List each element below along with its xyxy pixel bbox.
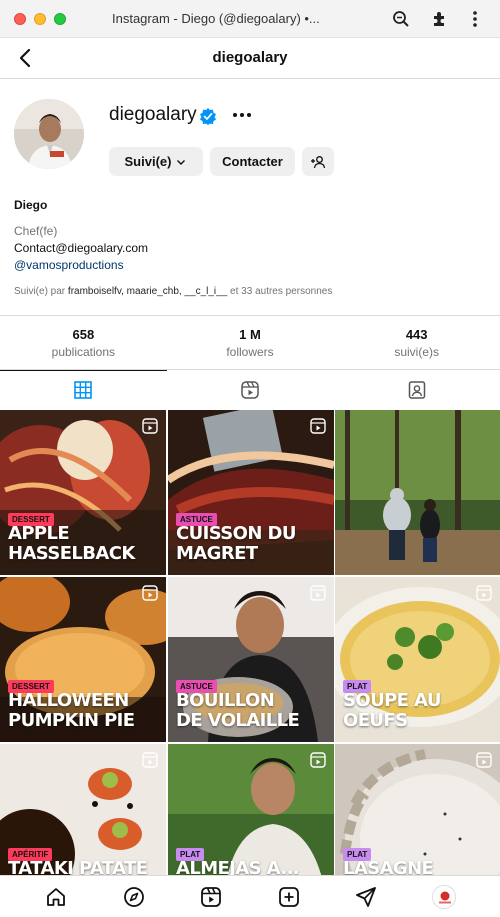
post-tile[interactable]: APÉRITIF TATAKI PATATE xyxy=(0,744,166,875)
post-title-line: PUMPKIN PIE xyxy=(8,710,135,731)
profile-category: Chef(fe) xyxy=(14,224,58,238)
post-title-line: ALMEJAS A... xyxy=(176,858,300,876)
bottom-navigation xyxy=(0,875,500,917)
reel-indicator-icon xyxy=(142,752,158,768)
profile-avatar[interactable] xyxy=(14,99,84,169)
post-tile[interactable]: PLAT ALMEJAS A... xyxy=(168,744,334,875)
profile-nav-logo xyxy=(433,886,455,908)
tab-reels[interactable] xyxy=(167,370,334,410)
post-tile[interactable]: DESSERT HALLOWEEN PUMPKIN PIE xyxy=(0,577,166,742)
post-title-line: HASSELBACK xyxy=(8,543,135,564)
post-title: APPLE HASSELBACK xyxy=(8,524,160,564)
post-title: ALMEJAS A... xyxy=(176,858,328,876)
extensions-icon[interactable] xyxy=(430,9,450,29)
more-options-icon[interactable] xyxy=(231,105,253,125)
reel-indicator-icon xyxy=(142,418,158,434)
stat-following[interactable]: 443 suivi(e)s xyxy=(333,316,500,369)
post-title-line: LASAGNE xyxy=(343,858,434,876)
post-title: HALLOWEEN PUMPKIN PIE xyxy=(8,691,160,731)
post-tile[interactable] xyxy=(335,410,500,575)
stat-label: publications xyxy=(51,345,116,359)
stat-value: 658 xyxy=(72,327,95,342)
close-window-button[interactable] xyxy=(14,13,26,25)
post-title-line: SOUPE AU xyxy=(343,690,441,711)
stat-label: suivi(e)s xyxy=(394,345,440,359)
profile-avatar-nav[interactable] xyxy=(432,885,456,909)
create-icon[interactable] xyxy=(278,886,300,908)
reel-indicator-icon xyxy=(476,585,492,601)
followed-by-suffix: et 33 autres personnes xyxy=(230,286,333,297)
reels-icon[interactable] xyxy=(200,886,222,908)
profile-mention-link[interactable]: @vamosproductions xyxy=(14,258,124,272)
avatar-photo xyxy=(14,99,84,169)
post-title-line: MAGRET xyxy=(176,543,258,564)
window-title: Instagram - Diego (@diegoalary) •... xyxy=(112,11,320,26)
minimize-window-button[interactable] xyxy=(34,13,46,25)
zoom-window-button[interactable] xyxy=(54,13,66,25)
chevron-down-icon xyxy=(177,159,186,165)
verified-badge-icon xyxy=(200,108,216,125)
reel-indicator-icon xyxy=(310,752,326,768)
followed-by-names[interactable]: framboiselfv, maarie_chb, __c_l_i__ xyxy=(68,286,227,297)
post-title-line: APPLE xyxy=(8,523,70,544)
post-title-line: TATAKI PATATE xyxy=(8,858,148,876)
following-button[interactable]: Suivi(e) xyxy=(109,147,203,176)
post-tile[interactable]: DESSERT APPLE HASSELBACK xyxy=(0,410,166,575)
zoom-icon[interactable] xyxy=(391,9,411,29)
reel-indicator-icon xyxy=(476,752,492,768)
posts-grid-icon xyxy=(74,381,93,399)
stat-value: 443 xyxy=(405,327,428,342)
header-title: diegoalary xyxy=(212,49,288,66)
post-tile[interactable]: ASTUCE BOUILLON DE VOLAILLE xyxy=(168,577,334,742)
posts-grid: DESSERT APPLE HASSELBACK ASTUCE CUISSON … xyxy=(0,410,500,875)
post-title: SOUPE AU OEUFS xyxy=(343,691,494,731)
window-controls xyxy=(14,13,66,25)
post-title: LASAGNE xyxy=(343,858,494,876)
suggested-users-button[interactable] xyxy=(302,147,334,176)
post-thumbnail xyxy=(335,410,500,575)
reel-indicator-icon xyxy=(310,418,326,434)
window-titlebar: Instagram - Diego (@diegoalary) •... xyxy=(0,0,500,38)
profile-name: Diego xyxy=(14,198,48,212)
stat-label: followers xyxy=(226,345,274,359)
home-icon[interactable] xyxy=(45,886,67,908)
post-title-line: OEUFS xyxy=(343,710,408,731)
profile-header: diegoalary xyxy=(0,38,500,79)
messages-icon[interactable] xyxy=(355,886,377,908)
followed-by-text[interactable]: Suivi(e) par framboiselfv, maarie_chb, _… xyxy=(14,286,332,297)
profile-contact-email[interactable]: Contact@diegoalary.com xyxy=(14,241,148,255)
tagged-icon xyxy=(408,381,425,399)
profile-tabs xyxy=(0,370,500,410)
reels-icon xyxy=(241,381,259,399)
profile-username: diegoalary xyxy=(109,104,197,125)
explore-icon[interactable] xyxy=(123,886,145,908)
stat-value: 1 M xyxy=(239,327,261,342)
add-user-icon xyxy=(311,155,326,168)
followed-by-prefix: Suivi(e) par xyxy=(14,286,66,297)
stat-publications[interactable]: 658 publications xyxy=(0,316,167,369)
stat-followers[interactable]: 1 M followers xyxy=(167,316,334,369)
post-tile[interactable]: PLAT LASAGNE xyxy=(335,744,500,875)
post-title-line: BOUILLON xyxy=(176,690,275,711)
tab-tagged[interactable] xyxy=(333,370,500,410)
post-title: BOUILLON DE VOLAILLE xyxy=(176,691,328,731)
post-title-line: CUISSON DU xyxy=(176,523,296,544)
reel-indicator-icon xyxy=(142,585,158,601)
contact-label: Contacter xyxy=(222,154,283,169)
post-title-line: HALLOWEEN xyxy=(8,690,129,711)
post-title: CUISSON DU MAGRET xyxy=(176,524,328,564)
tab-posts[interactable] xyxy=(0,370,167,410)
post-title-line: DE VOLAILLE xyxy=(176,710,300,731)
post-tile[interactable]: ASTUCE CUISSON DU MAGRET xyxy=(168,410,334,575)
contact-button[interactable]: Contacter xyxy=(210,147,295,176)
profile-stats: 658 publications 1 M followers 443 suivi… xyxy=(0,315,500,370)
post-title: TATAKI PATATE xyxy=(8,858,160,876)
following-label: Suivi(e) xyxy=(124,154,172,169)
menu-dots-icon[interactable] xyxy=(465,9,485,29)
post-tile[interactable]: PLAT SOUPE AU OEUFS xyxy=(335,577,500,742)
reel-indicator-icon xyxy=(310,585,326,601)
